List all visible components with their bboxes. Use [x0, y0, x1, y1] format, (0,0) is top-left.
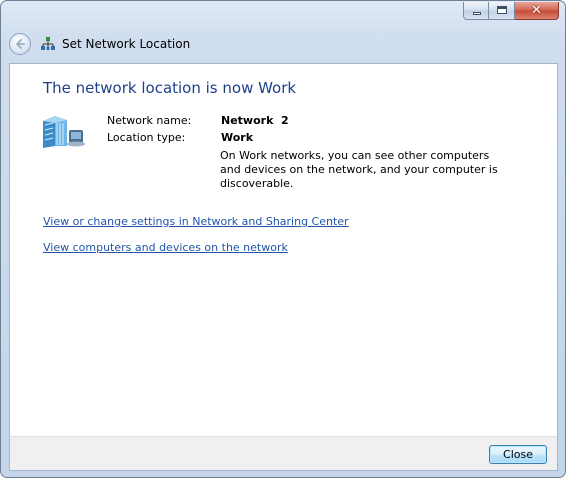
- location-type-label: Location type:: [107, 131, 186, 144]
- work-network-icon: [43, 116, 85, 148]
- back-button[interactable]: [9, 33, 31, 55]
- maximize-icon: [497, 6, 507, 14]
- maximize-button[interactable]: [489, 2, 515, 20]
- location-description: On Work networks, you can see other comp…: [220, 149, 498, 190]
- minimize-icon: [473, 12, 481, 15]
- network-name-value: Network 2: [221, 114, 289, 127]
- content-area: The network location is now Work Network…: [9, 63, 558, 436]
- network-info: Network name: Network 2 Location type: W…: [107, 114, 289, 148]
- network-sharing-center-link[interactable]: View or change settings in Network and S…: [43, 215, 349, 228]
- window-close-button[interactable]: ✕: [515, 2, 559, 20]
- back-arrow-icon: [16, 39, 25, 49]
- network-icon: [40, 36, 56, 52]
- close-icon: ✕: [531, 3, 542, 18]
- network-name-row: Network name: Network 2: [107, 114, 289, 131]
- minimize-button[interactable]: [463, 2, 489, 20]
- dialog-window: ✕ Set Network Location The network locat…: [0, 0, 566, 478]
- dialog-footer: Close: [9, 436, 558, 471]
- window-title: Set Network Location: [62, 37, 191, 51]
- close-button[interactable]: Close: [489, 445, 547, 464]
- page-heading: The network location is now Work: [43, 79, 297, 97]
- wizard-header: Set Network Location: [9, 28, 557, 60]
- network-name-label: Network name:: [107, 114, 192, 127]
- location-type-row: Location type: Work: [107, 131, 289, 148]
- location-type-value: Work: [221, 131, 254, 144]
- view-computers-link[interactable]: View computers and devices on the networ…: [43, 241, 288, 254]
- caption-buttons: ✕: [463, 2, 559, 21]
